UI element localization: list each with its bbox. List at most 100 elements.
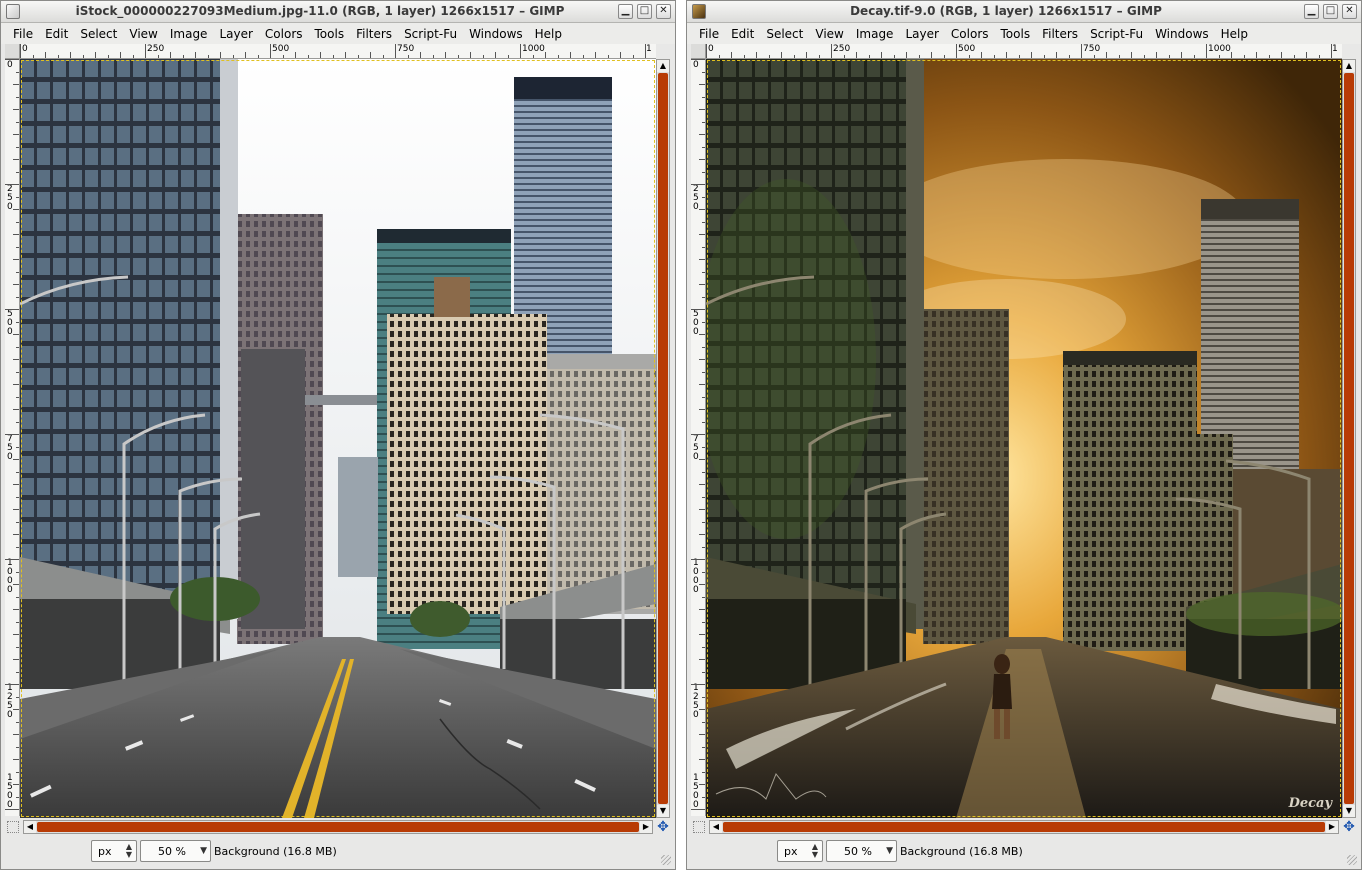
menu-filters[interactable]: Filters — [1036, 27, 1084, 41]
menu-windows[interactable]: Windows — [463, 27, 529, 41]
menu-edit[interactable]: Edit — [39, 27, 74, 41]
image-thumbnail-icon[interactable] — [6, 4, 20, 19]
ruler-tick — [1281, 52, 1282, 58]
ruler-tick — [702, 96, 705, 98]
minimize-button[interactable]: ▁ — [618, 4, 633, 19]
maximize-button[interactable]: □ — [637, 4, 652, 19]
ruler-label: 250 — [147, 44, 165, 54]
ruler-tick — [120, 52, 121, 58]
ruler-tick — [968, 55, 970, 58]
ruler-tick — [702, 596, 705, 598]
menu-view[interactable]: View — [809, 27, 849, 41]
vertical-scrollbar[interactable]: ▲ ▼ — [656, 59, 670, 818]
ruler-tick — [13, 509, 19, 510]
ruler-tick — [432, 55, 434, 58]
ruler-tick — [1268, 55, 1270, 58]
scroll-left-icon[interactable]: ◀ — [24, 821, 36, 833]
ruler-tick — [545, 52, 546, 58]
menu-file[interactable]: File — [7, 27, 39, 41]
menu-filters[interactable]: Filters — [350, 27, 398, 41]
ruler-tick — [607, 55, 609, 58]
quick-mask-icon[interactable] — [7, 821, 19, 833]
menu-layer[interactable]: Layer — [213, 27, 258, 41]
ruler-tick — [470, 52, 471, 58]
menu-view[interactable]: View — [123, 27, 163, 41]
resize-grip-icon[interactable] — [661, 855, 671, 865]
horizontal-ruler[interactable]: 0 250 500 750 1000 1 — [706, 44, 1342, 59]
horizontal-ruler[interactable]: 0 250 500 750 1000 1 — [20, 44, 656, 59]
scroll-down-icon[interactable]: ▼ — [657, 805, 669, 817]
ruler-tick — [956, 44, 957, 58]
image-thumbnail-icon[interactable] — [692, 4, 706, 19]
zoom-selector[interactable]: 50 % ▼ — [140, 840, 211, 862]
vertical-ruler[interactable]: 0 250 500 750 1000 1250 1500 — [5, 59, 20, 816]
ruler-tick — [16, 446, 19, 448]
ruler-tick — [699, 384, 705, 385]
ruler-tick — [702, 771, 705, 773]
close-button[interactable]: ✕ — [656, 4, 671, 19]
menu-colors[interactable]: Colors — [259, 27, 309, 41]
menu-select[interactable]: Select — [760, 27, 809, 41]
scrollbar-thumb[interactable] — [37, 822, 639, 832]
menu-image[interactable]: Image — [850, 27, 900, 41]
image-canvas[interactable]: Decay — [706, 59, 1342, 818]
ruler-label: 1250 — [7, 683, 13, 720]
menu-script-fu[interactable]: Script-Fu — [1084, 27, 1149, 41]
ruler-tick — [691, 684, 705, 685]
menu-windows[interactable]: Windows — [1149, 27, 1215, 41]
close-button[interactable]: ✕ — [1342, 4, 1357, 19]
ruler-tick — [520, 44, 521, 58]
scroll-up-icon[interactable]: ▲ — [1343, 60, 1355, 72]
ruler-tick — [702, 271, 705, 273]
menu-script-fu[interactable]: Script-Fu — [398, 27, 463, 41]
menu-file[interactable]: File — [693, 27, 725, 41]
maximize-button[interactable]: □ — [1323, 4, 1338, 19]
scrollbar-thumb[interactable] — [1344, 73, 1354, 804]
scroll-up-icon[interactable]: ▲ — [657, 60, 669, 72]
quick-mask-icon[interactable] — [693, 821, 705, 833]
ruler-label: 750 — [693, 434, 699, 462]
navigate-icon[interactable]: ✥ — [1342, 820, 1356, 834]
menu-tools[interactable]: Tools — [995, 27, 1037, 41]
ruler-tick — [95, 52, 96, 58]
navigate-icon[interactable]: ✥ — [656, 820, 670, 834]
ruler-corner[interactable] — [691, 44, 706, 59]
ruler-tick — [931, 52, 932, 58]
ruler-tick — [702, 196, 705, 198]
scroll-left-icon[interactable]: ◀ — [710, 821, 722, 833]
vertical-scrollbar[interactable]: ▲ ▼ — [1342, 59, 1356, 818]
scroll-right-icon[interactable]: ▶ — [1326, 821, 1338, 833]
unit-selector[interactable]: px ▲ ▼ — [91, 840, 137, 862]
scrollbar-thumb[interactable] — [658, 73, 668, 804]
title-bar[interactable]: iStock_000000227093Medium.jpg-11.0 (RGB,… — [1, 1, 675, 23]
ruler-tick — [45, 52, 46, 58]
horizontal-scrollbar[interactable]: ◀ ▶ — [23, 820, 653, 834]
ruler-label: 500 — [958, 44, 976, 54]
image-canvas[interactable] — [20, 59, 656, 818]
menu-help[interactable]: Help — [1215, 27, 1254, 41]
ruler-corner[interactable] — [5, 44, 20, 59]
scroll-right-icon[interactable]: ▶ — [640, 821, 652, 833]
unit-selector[interactable]: px ▲ ▼ — [777, 840, 823, 862]
menu-tools[interactable]: Tools — [309, 27, 351, 41]
ruler-tick — [699, 459, 705, 460]
menu-layer[interactable]: Layer — [899, 27, 944, 41]
minimize-button[interactable]: ▁ — [1304, 4, 1319, 19]
menu-help[interactable]: Help — [529, 27, 568, 41]
horizontal-scrollbar[interactable]: ◀ ▶ — [709, 820, 1339, 834]
menu-select[interactable]: Select — [74, 27, 123, 41]
menu-colors[interactable]: Colors — [945, 27, 995, 41]
zoom-selector[interactable]: 50 % ▼ — [826, 840, 897, 862]
ruler-tick — [13, 384, 19, 385]
ruler-tick — [702, 696, 705, 698]
ruler-tick — [756, 52, 757, 58]
title-bar[interactable]: Decay.tif-9.0 (RGB, 1 layer) 1266x1517 –… — [687, 1, 1361, 23]
scroll-down-icon[interactable]: ▼ — [1343, 805, 1355, 817]
ruler-tick — [1056, 52, 1057, 58]
vertical-ruler[interactable]: 0 250 500 750 1000 1250 1500 — [691, 59, 706, 816]
resize-grip-icon[interactable] — [1347, 855, 1357, 865]
menu-image[interactable]: Image — [164, 27, 214, 41]
scrollbar-thumb[interactable] — [723, 822, 1325, 832]
menu-edit[interactable]: Edit — [725, 27, 760, 41]
menu-bar: File Edit Select View Image Layer Colors… — [687, 23, 1361, 44]
